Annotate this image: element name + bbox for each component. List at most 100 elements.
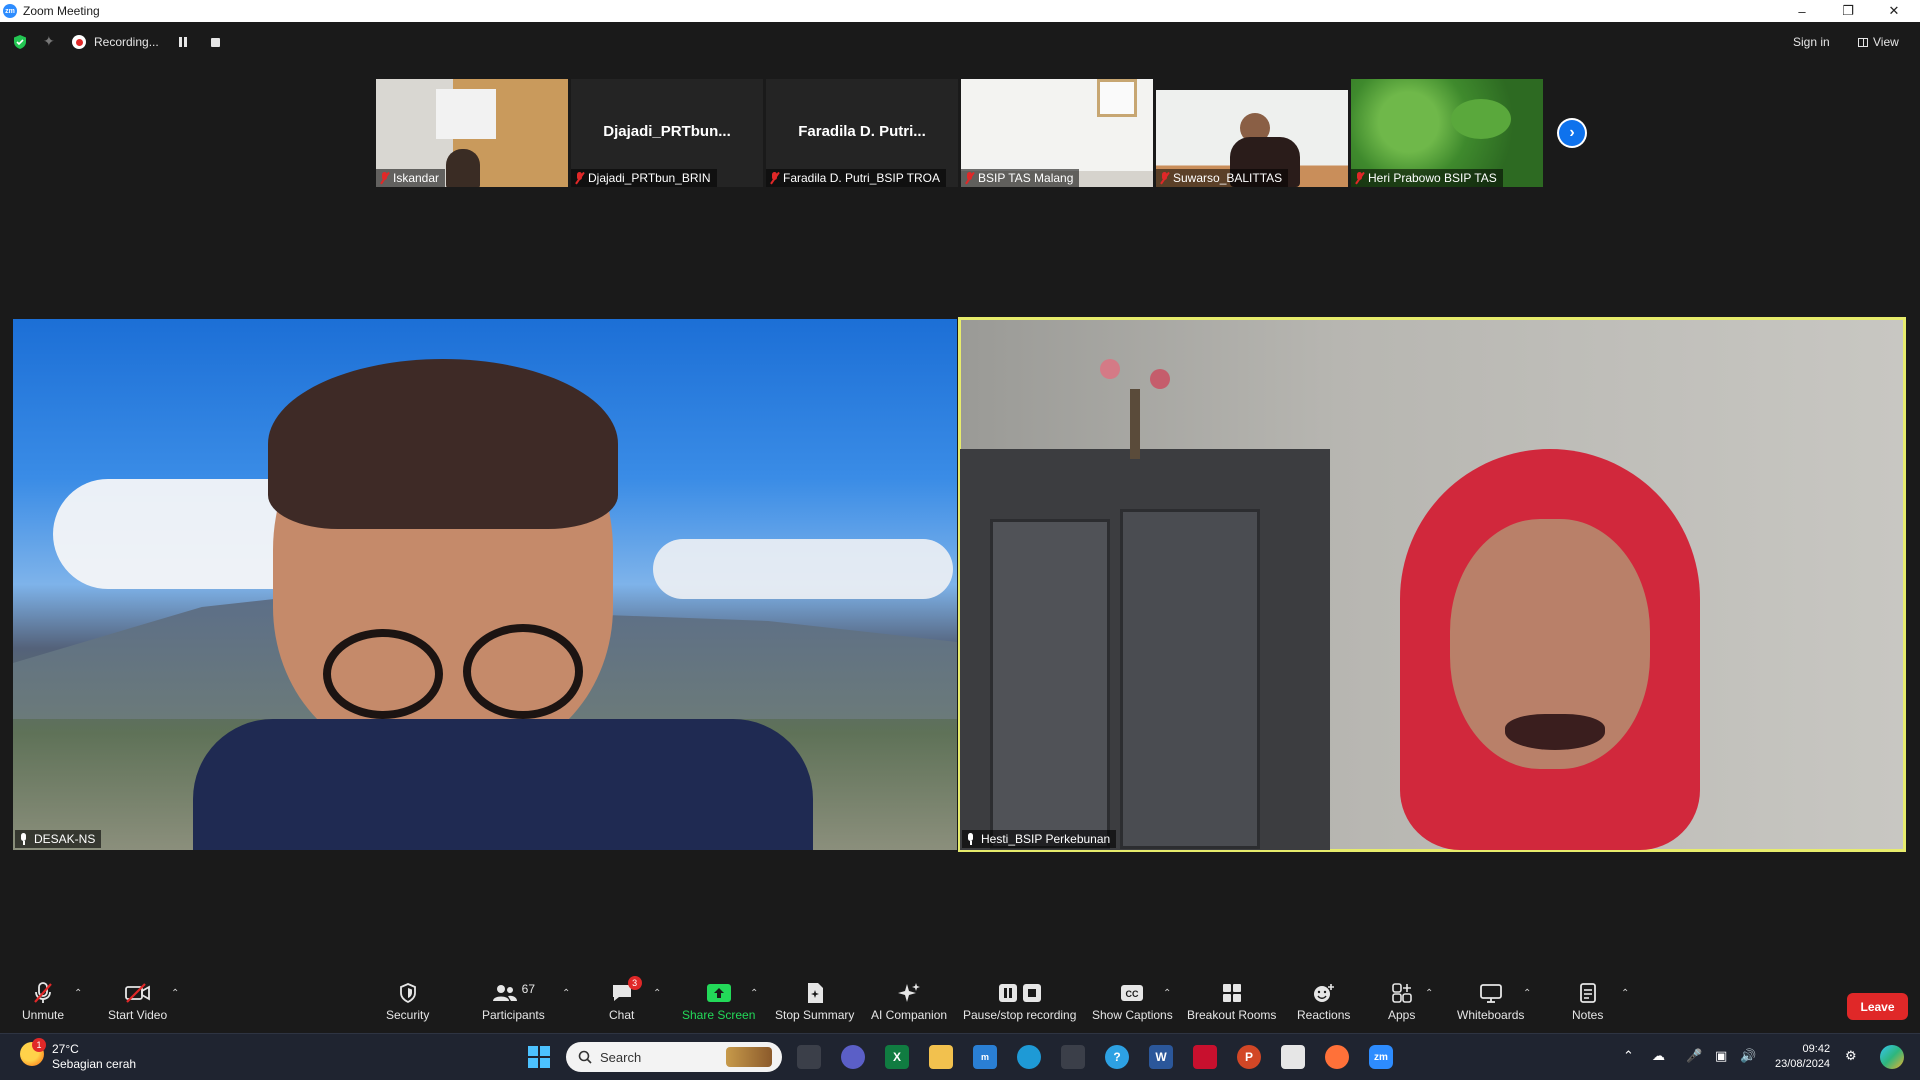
person-silhouette — [446, 149, 480, 187]
apps-label: Apps — [1388, 1008, 1416, 1022]
app-icon[interactable]: m — [973, 1045, 997, 1069]
chat-options-caret-icon[interactable]: ⌃ — [653, 988, 661, 999]
more-options-caret-icon[interactable]: ⌃ — [1621, 988, 1629, 999]
view-label: View — [1873, 35, 1899, 49]
whiteboards-options-caret-icon[interactable]: ⌃ — [1523, 988, 1531, 999]
participant-name: Djajadi_PRTbun_BRIN — [588, 171, 711, 185]
file-explorer-icon[interactable] — [929, 1045, 953, 1069]
video-off-icon — [124, 983, 150, 1003]
minimize-icon[interactable]: – — [1780, 0, 1824, 22]
powerpoint-icon[interactable]: P — [1237, 1045, 1261, 1069]
mic-muted-icon — [965, 172, 974, 184]
video-tile-hesti[interactable]: Hesti_BSIP Perkebunan — [958, 317, 1906, 852]
video-name-tag: DESAK-NS — [15, 830, 102, 848]
taskbar-clock[interactable]: 09:42 23/08/2024 — [1775, 1042, 1830, 1072]
participants-button[interactable]: 67 Participants — [482, 980, 545, 1022]
share-screen-button[interactable]: Share Screen — [682, 980, 755, 1022]
participant-name: DESAK-NS — [34, 832, 96, 846]
ai-companion-label: AI Companion — [871, 1008, 948, 1022]
excel-icon[interactable]: X — [885, 1045, 909, 1069]
show-hidden-icons-chevron-icon[interactable]: ⌃ — [1623, 1048, 1634, 1064]
captions-icon: CC — [1121, 985, 1144, 1001]
windows-start-icon[interactable] — [527, 1045, 551, 1069]
word-icon[interactable]: W — [1149, 1045, 1173, 1069]
encryption-shield-icon[interactable] — [12, 34, 28, 50]
apps-button[interactable]: Apps — [1388, 980, 1415, 1022]
captions-options-caret-icon[interactable]: ⌃ — [1163, 988, 1171, 999]
breakout-rooms-label: Breakout Rooms — [1187, 1008, 1277, 1022]
participant-thumbnail[interactable]: Iskandar — [376, 79, 568, 187]
participants-label: Participants — [482, 1008, 545, 1022]
apps-options-caret-icon[interactable]: ⌃ — [1425, 988, 1433, 999]
mic-icon — [19, 833, 28, 845]
whiteboards-button[interactable]: Whiteboards — [1457, 980, 1524, 1022]
stop-summary-button[interactable]: Stop Summary — [775, 980, 854, 1022]
zoom-taskbar-icon[interactable]: zm — [1369, 1045, 1393, 1069]
participants-options-caret-icon[interactable]: ⌃ — [562, 988, 570, 999]
task-view-icon[interactable] — [797, 1045, 821, 1069]
cabinet-door — [1120, 509, 1260, 849]
notes-button[interactable]: Notes — [1572, 980, 1603, 1022]
share-screen-label: Share Screen — [682, 1008, 756, 1022]
volume-icon[interactable]: 🔊 — [1740, 1048, 1756, 1064]
notification-icon[interactable]: ⚙ — [1845, 1048, 1857, 1064]
taskbar-search[interactable]: Search — [566, 1042, 782, 1072]
restore-icon[interactable]: ❐ — [1826, 0, 1870, 22]
view-button[interactable]: View — [1858, 35, 1899, 49]
video-tile-desak[interactable]: DESAK-NS — [13, 319, 957, 850]
help-icon[interactable]: ? — [1105, 1045, 1129, 1069]
onedrive-icon[interactable]: ☁ — [1652, 1048, 1665, 1064]
reactions-button[interactable]: Reactions — [1297, 980, 1350, 1022]
pause-recording-icon[interactable] — [178, 37, 189, 47]
participants-icon — [492, 985, 517, 1001]
participant-thumbnail[interactable]: Suwarso_BALITTAS — [1156, 79, 1348, 187]
close-icon[interactable]: ✕ — [1872, 0, 1916, 22]
sign-in-link[interactable]: Sign in — [1793, 35, 1830, 49]
start-video-button[interactable]: Start Video — [108, 980, 167, 1022]
store-icon[interactable] — [1061, 1045, 1085, 1069]
participant-name: Heri Prabowo BSIP TAS — [1368, 171, 1497, 185]
participant-thumbnail[interactable]: Heri Prabowo BSIP TAS — [1351, 79, 1543, 187]
participant-display-name: Faradila D. Putri... — [798, 123, 926, 140]
participant-name: Faradila D. Putri_BSIP TROA — [783, 171, 940, 185]
network-icon[interactable]: ▣ — [1715, 1048, 1727, 1064]
participant-thumbnail[interactable]: Djajadi_PRTbun... Djajadi_PRTbun_BRIN — [571, 79, 763, 187]
mouth-shape — [1505, 714, 1605, 750]
audio-options-caret-icon[interactable]: ⌃ — [74, 988, 82, 999]
clock-date: 23/08/2024 — [1775, 1058, 1831, 1070]
copilot-icon[interactable] — [1880, 1045, 1904, 1069]
participant-thumbnail[interactable]: BSIP TAS Malang — [961, 79, 1153, 187]
notes-icon — [1579, 983, 1596, 1003]
next-page-button[interactable]: › — [1557, 118, 1587, 148]
whiteboard-icon — [1479, 984, 1502, 1003]
leave-button[interactable]: Leave — [1847, 993, 1908, 1020]
stop-summary-label: Stop Summary — [775, 1008, 855, 1022]
thumbnail-name-tag: Suwarso_BALITTAS — [1156, 169, 1289, 187]
weather-widget[interactable]: 1 27°C Sebagian cerah — [20, 1038, 136, 1072]
reactions-smiley-icon — [1313, 984, 1334, 1002]
notes-label: Notes — [1572, 1008, 1604, 1022]
show-captions-label: Show Captions — [1092, 1008, 1173, 1022]
share-screen-icon — [706, 984, 731, 1002]
chat-button[interactable]: 3 Chat — [609, 976, 642, 1022]
breakout-rooms-button[interactable]: Breakout Rooms — [1187, 980, 1276, 1022]
pause-icon — [998, 984, 1017, 1002]
video-options-caret-icon[interactable]: ⌃ — [171, 988, 179, 999]
edge-icon[interactable] — [1017, 1045, 1041, 1069]
security-button[interactable]: Security — [386, 980, 429, 1022]
ai-sparkle-icon[interactable]: ✦ — [43, 33, 55, 50]
share-options-caret-icon[interactable]: ⌃ — [750, 988, 758, 999]
pause-stop-recording-button[interactable]: Pause/stop recording — [963, 980, 1076, 1022]
microphone-tray-icon[interactable]: 🎤 — [1686, 1048, 1702, 1064]
view-grid-icon — [1858, 37, 1868, 47]
ai-companion-button[interactable]: AI Companion — [871, 980, 947, 1022]
teams-icon[interactable] — [841, 1045, 865, 1069]
snipping-tool-icon[interactable] — [1281, 1045, 1305, 1069]
stop-recording-icon[interactable] — [210, 37, 220, 47]
unmute-button[interactable]: Unmute — [22, 980, 64, 1022]
firefox-icon[interactable] — [1325, 1045, 1349, 1069]
participant-thumbnail[interactable]: Faradila D. Putri... Faradila D. Putri_B… — [766, 79, 958, 187]
mcafee-icon[interactable] — [1193, 1045, 1217, 1069]
show-captions-button[interactable]: CC Show Captions — [1092, 980, 1173, 1022]
meeting-topbar: ✦ Recording... Sign in View — [0, 22, 1920, 62]
